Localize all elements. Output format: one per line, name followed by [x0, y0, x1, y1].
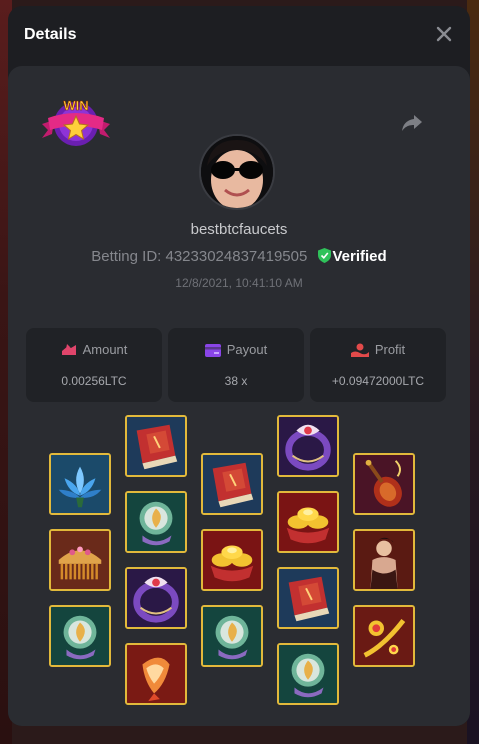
details-modal: Details WIN bestbtcfaucets Betting ID: 4… — [8, 6, 470, 726]
red-book-symbol-icon — [277, 567, 339, 629]
betting-id-value: 432330248374195​05 — [165, 248, 308, 265]
profit-stat: Profit +0.09472000LTC — [310, 328, 446, 402]
payout-label: Payout — [226, 342, 268, 357]
jade-mirror-symbol-icon — [125, 491, 187, 553]
modal-title: Details — [24, 26, 77, 43]
verified-label: Verified — [332, 248, 387, 265]
bet-timestamp: 12/8/2021, 10:41:10 AM — [175, 276, 303, 290]
verified-shield-icon — [317, 248, 331, 267]
payout-icon — [204, 344, 221, 357]
golden-comb-symbol-icon — [49, 529, 111, 591]
close-icon[interactable] — [432, 22, 456, 46]
jade-mirror-symbol-icon — [277, 643, 339, 705]
gold-ingots-symbol-icon — [277, 491, 339, 553]
koi-fish-symbol-icon — [125, 643, 187, 705]
amount-icon — [61, 344, 76, 355]
amount-value: 0.00256LTC — [61, 374, 127, 388]
bet-details-card: WIN bestbtcfaucets Betting ID: 432330248 — [8, 66, 470, 726]
payout-value: 38 x — [224, 374, 248, 388]
win-badge-icon: WIN — [40, 94, 112, 150]
amount-stat: Amount 0.00256LTC — [26, 328, 162, 402]
red-book-symbol-icon — [201, 453, 263, 515]
red-book-symbol-icon — [125, 415, 187, 477]
betting-id-row: Betting ID: 432330248374195​05 Verified — [8, 248, 470, 267]
amount-label: Amount — [82, 342, 128, 357]
profit-icon — [350, 343, 369, 357]
purple-ring-symbol-icon — [277, 415, 339, 477]
payout-stat: Payout 38 x — [168, 328, 304, 402]
profit-value: +0.09472000LTC — [331, 374, 425, 388]
betting-id-label: Betting ID: — [91, 248, 162, 265]
modal-header: Details — [8, 6, 470, 64]
jade-mirror-symbol-icon — [201, 605, 263, 667]
profit-label: Profit — [374, 342, 406, 357]
gold-ingots-symbol-icon — [201, 529, 263, 591]
lotus-flower-symbol-icon — [49, 453, 111, 515]
username: bestbtcfaucets — [190, 221, 288, 238]
share-icon[interactable] — [400, 112, 424, 134]
purple-ring-symbol-icon — [125, 567, 187, 629]
lute-symbol-icon — [353, 453, 415, 515]
jade-mirror-symbol-icon — [49, 605, 111, 667]
avatar — [199, 134, 275, 210]
golden-hairpin-symbol-icon — [353, 605, 415, 667]
win-badge-text: WIN — [63, 98, 88, 113]
dancer-symbol-icon — [353, 529, 415, 591]
